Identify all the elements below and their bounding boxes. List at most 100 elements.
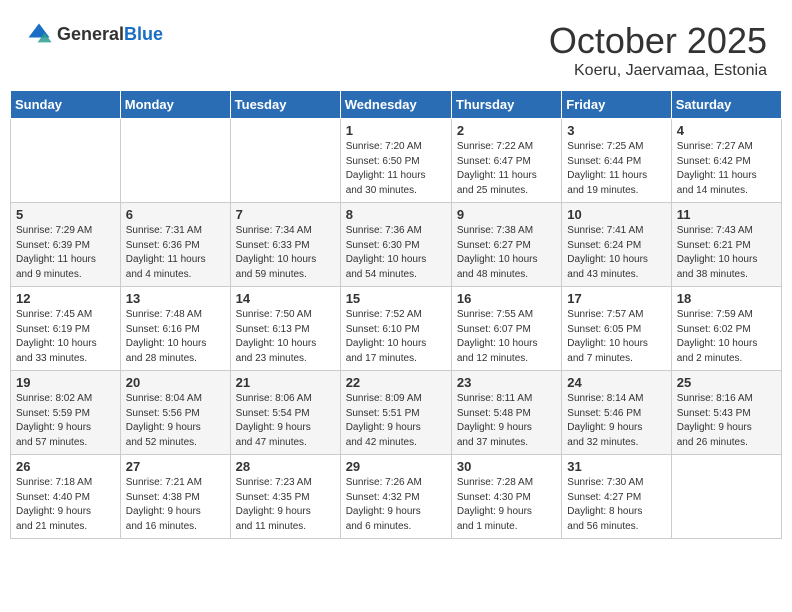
month-title: October 2025 bbox=[549, 20, 767, 62]
day-info: Sunrise: 7:27 AM Sunset: 6:42 PM Dayligh… bbox=[677, 140, 776, 198]
calendar-cell: 30Sunrise: 7:28 AM Sunset: 4:30 PM Dayli… bbox=[451, 455, 561, 539]
day-info: Sunrise: 8:09 AM Sunset: 5:51 PM Dayligh… bbox=[346, 392, 446, 450]
day-info: Sunrise: 7:57 AM Sunset: 6:05 PM Dayligh… bbox=[567, 308, 665, 366]
calendar-cell: 1 Sunrise: 7:20 AM Sunset: 6:50 PM Daylig… bbox=[340, 119, 451, 203]
day-number: 26 bbox=[16, 459, 115, 474]
day-number: 22 bbox=[346, 375, 446, 390]
day-info: Sunrise: 7:31 AM Sunset: 6:36 PM Dayligh… bbox=[126, 224, 225, 282]
calendar-cell: 3 Sunrise: 7:25 AM Sunset: 6:44 PM Daylig… bbox=[562, 119, 671, 203]
day-number: 31 bbox=[567, 459, 665, 474]
calendar-cell: 14 Sunrise: 7:50 AM Sunset: 6:13 PM Dayli… bbox=[230, 287, 340, 371]
day-number: 29 bbox=[346, 459, 446, 474]
day-info: Sunrise: 7:50 AM Sunset: 6:13 PM Dayligh… bbox=[236, 308, 335, 366]
calendar-cell: 8Sunrise: 7:36 AM Sunset: 6:30 PM Daylig… bbox=[340, 203, 451, 287]
day-info: Sunrise: 8:06 AM Sunset: 5:54 PM Dayligh… bbox=[236, 392, 335, 450]
calendar-cell: 4 Sunrise: 7:27 AM Sunset: 6:42 PM Daylig… bbox=[671, 119, 781, 203]
calendar-cell bbox=[230, 119, 340, 203]
day-number: 16 bbox=[457, 291, 556, 306]
day-info: Sunrise: 7:26 AM Sunset: 4:32 PM Dayligh… bbox=[346, 476, 446, 534]
day-info: Sunrise: 7:48 AM Sunset: 6:16 PM Dayligh… bbox=[126, 308, 225, 366]
day-number: 23 bbox=[457, 375, 556, 390]
day-number: 9 bbox=[457, 207, 556, 222]
day-number: 7 bbox=[236, 207, 335, 222]
calendar-cell: 19 Sunrise: 8:02 AM Sunset: 5:59 PM Dayli… bbox=[11, 371, 121, 455]
day-number: 8 bbox=[346, 207, 446, 222]
calendar-cell: 31 Sunrise: 7:30 AM Sunset: 4:27 PM Dayli… bbox=[562, 455, 671, 539]
calendar-header-thursday: Thursday bbox=[451, 91, 561, 119]
day-info: Sunrise: 7:45 AM Sunset: 6:19 PM Dayligh… bbox=[16, 308, 115, 366]
calendar-cell bbox=[11, 119, 121, 203]
calendar-week-5: 26Sunrise: 7:18 AM Sunset: 4:40 PM Dayli… bbox=[11, 455, 782, 539]
day-number: 10 bbox=[567, 207, 665, 222]
calendar-cell: 21Sunrise: 8:06 AM Sunset: 5:54 PM Dayli… bbox=[230, 371, 340, 455]
day-info: Sunrise: 8:16 AM Sunset: 5:43 PM Dayligh… bbox=[677, 392, 776, 450]
calendar-header-friday: Friday bbox=[562, 91, 671, 119]
day-number: 6 bbox=[126, 207, 225, 222]
page-header: GeneralBlue October 2025 Koeru, Jaervama… bbox=[10, 10, 782, 85]
calendar-cell: 10Sunrise: 7:41 AM Sunset: 6:24 PM Dayli… bbox=[562, 203, 671, 287]
calendar-header-sunday: Sunday bbox=[11, 91, 121, 119]
logo-blue-text: Blue bbox=[124, 24, 163, 45]
calendar-header-wednesday: Wednesday bbox=[340, 91, 451, 119]
day-info: Sunrise: 7:38 AM Sunset: 6:27 PM Dayligh… bbox=[457, 224, 556, 282]
day-info: Sunrise: 7:23 AM Sunset: 4:35 PM Dayligh… bbox=[236, 476, 335, 534]
day-info: Sunrise: 7:29 AM Sunset: 6:39 PM Dayligh… bbox=[16, 224, 115, 282]
day-number: 20 bbox=[126, 375, 225, 390]
calendar-cell: 7Sunrise: 7:34 AM Sunset: 6:33 PM Daylig… bbox=[230, 203, 340, 287]
calendar-cell: 20 Sunrise: 8:04 AM Sunset: 5:56 PM Dayli… bbox=[120, 371, 230, 455]
day-info: Sunrise: 7:30 AM Sunset: 4:27 PM Dayligh… bbox=[567, 476, 665, 534]
calendar-cell: 11 Sunrise: 7:43 AM Sunset: 6:21 PM Dayli… bbox=[671, 203, 781, 287]
calendar-header-tuesday: Tuesday bbox=[230, 91, 340, 119]
day-number: 15 bbox=[346, 291, 446, 306]
location-title: Koeru, Jaervamaa, Estonia bbox=[549, 62, 767, 80]
calendar-cell: 28Sunrise: 7:23 AM Sunset: 4:35 PM Dayli… bbox=[230, 455, 340, 539]
calendar-cell: 2 Sunrise: 7:22 AM Sunset: 6:47 PM Daylig… bbox=[451, 119, 561, 203]
calendar-cell: 9 Sunrise: 7:38 AM Sunset: 6:27 PM Daylig… bbox=[451, 203, 561, 287]
day-number: 17 bbox=[567, 291, 665, 306]
day-info: Sunrise: 7:43 AM Sunset: 6:21 PM Dayligh… bbox=[677, 224, 776, 282]
day-info: Sunrise: 8:14 AM Sunset: 5:46 PM Dayligh… bbox=[567, 392, 665, 450]
calendar-cell: 13Sunrise: 7:48 AM Sunset: 6:16 PM Dayli… bbox=[120, 287, 230, 371]
day-info: Sunrise: 7:28 AM Sunset: 4:30 PM Dayligh… bbox=[457, 476, 556, 534]
day-number: 4 bbox=[677, 123, 776, 138]
day-number: 1 bbox=[346, 123, 446, 138]
day-info: Sunrise: 7:20 AM Sunset: 6:50 PM Dayligh… bbox=[346, 140, 446, 198]
day-info: Sunrise: 8:02 AM Sunset: 5:59 PM Dayligh… bbox=[16, 392, 115, 450]
calendar-cell: 6 Sunrise: 7:31 AM Sunset: 6:36 PM Daylig… bbox=[120, 203, 230, 287]
day-number: 24 bbox=[567, 375, 665, 390]
calendar-cell: 24 Sunrise: 8:14 AM Sunset: 5:46 PM Dayli… bbox=[562, 371, 671, 455]
calendar-table: SundayMondayTuesdayWednesdayThursdayFrid… bbox=[10, 90, 782, 539]
calendar-header-row: SundayMondayTuesdayWednesdayThursdayFrid… bbox=[11, 91, 782, 119]
calendar-cell: 15 Sunrise: 7:52 AM Sunset: 6:10 PM Dayli… bbox=[340, 287, 451, 371]
calendar-cell: 27Sunrise: 7:21 AM Sunset: 4:38 PM Dayli… bbox=[120, 455, 230, 539]
day-number: 2 bbox=[457, 123, 556, 138]
calendar-cell: 5 Sunrise: 7:29 AM Sunset: 6:39 PM Daylig… bbox=[11, 203, 121, 287]
calendar-week-4: 19 Sunrise: 8:02 AM Sunset: 5:59 PM Dayli… bbox=[11, 371, 782, 455]
day-number: 11 bbox=[677, 207, 776, 222]
calendar-cell: 22 Sunrise: 8:09 AM Sunset: 5:51 PM Dayli… bbox=[340, 371, 451, 455]
day-info: Sunrise: 8:04 AM Sunset: 5:56 PM Dayligh… bbox=[126, 392, 225, 450]
day-number: 5 bbox=[16, 207, 115, 222]
day-info: Sunrise: 7:52 AM Sunset: 6:10 PM Dayligh… bbox=[346, 308, 446, 366]
day-info: Sunrise: 7:25 AM Sunset: 6:44 PM Dayligh… bbox=[567, 140, 665, 198]
calendar-cell bbox=[671, 455, 781, 539]
logo-general-text: General bbox=[57, 24, 124, 45]
day-info: Sunrise: 8:11 AM Sunset: 5:48 PM Dayligh… bbox=[457, 392, 556, 450]
day-number: 14 bbox=[236, 291, 335, 306]
day-number: 3 bbox=[567, 123, 665, 138]
calendar-week-2: 5 Sunrise: 7:29 AM Sunset: 6:39 PM Daylig… bbox=[11, 203, 782, 287]
calendar-header-saturday: Saturday bbox=[671, 91, 781, 119]
day-info: Sunrise: 7:22 AM Sunset: 6:47 PM Dayligh… bbox=[457, 140, 556, 198]
day-number: 25 bbox=[677, 375, 776, 390]
calendar-cell: 12 Sunrise: 7:45 AM Sunset: 6:19 PM Dayli… bbox=[11, 287, 121, 371]
day-number: 27 bbox=[126, 459, 225, 474]
calendar-cell bbox=[120, 119, 230, 203]
day-number: 18 bbox=[677, 291, 776, 306]
calendar-cell: 16Sunrise: 7:55 AM Sunset: 6:07 PM Dayli… bbox=[451, 287, 561, 371]
day-info: Sunrise: 7:59 AM Sunset: 6:02 PM Dayligh… bbox=[677, 308, 776, 366]
day-number: 19 bbox=[16, 375, 115, 390]
calendar-cell: 29 Sunrise: 7:26 AM Sunset: 4:32 PM Dayli… bbox=[340, 455, 451, 539]
day-number: 12 bbox=[16, 291, 115, 306]
calendar-week-3: 12 Sunrise: 7:45 AM Sunset: 6:19 PM Dayli… bbox=[11, 287, 782, 371]
logo-icon bbox=[25, 20, 53, 48]
